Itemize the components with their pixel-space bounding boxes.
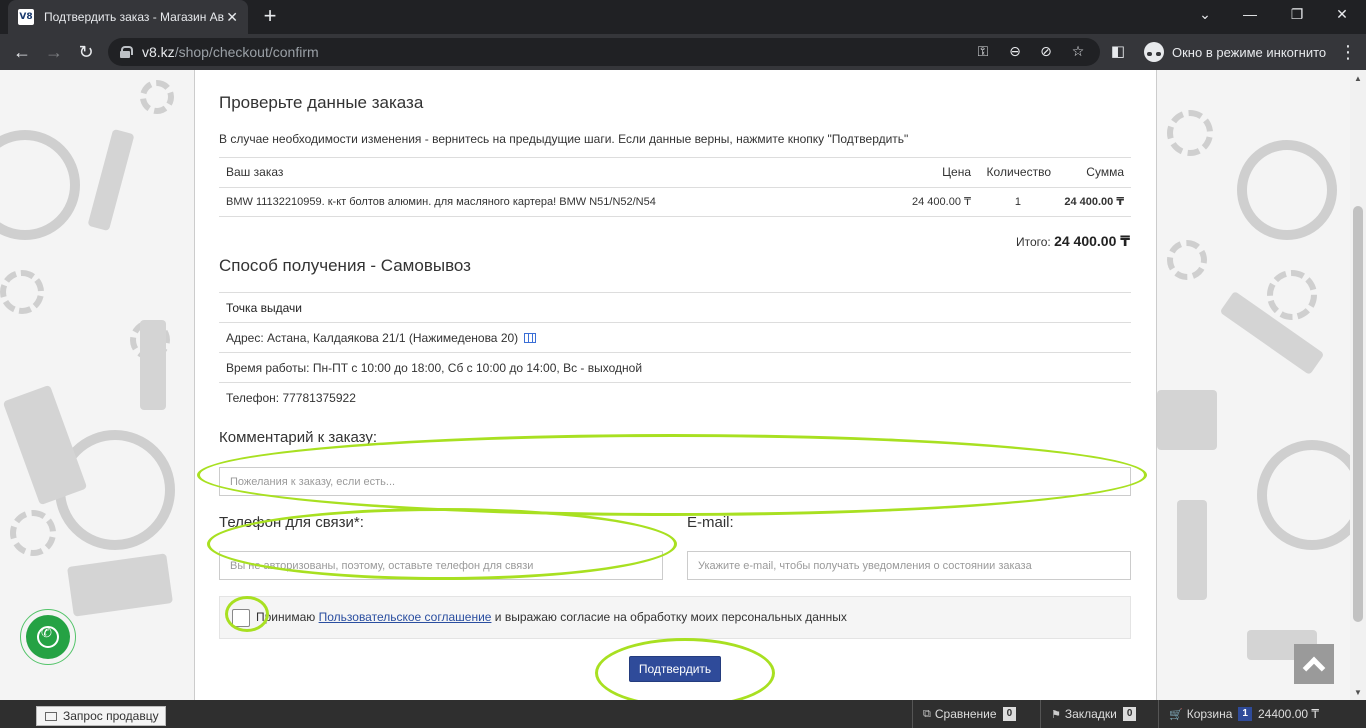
scroll-up-arrow-icon[interactable]: ▲ xyxy=(1353,74,1363,83)
pickup-address-row: Адрес: Астана, Калдаякова 21/1 (Нажимеде… xyxy=(219,322,1131,352)
page-title: Проверьте данные заказа xyxy=(219,93,424,112)
comment-input[interactable] xyxy=(219,467,1131,496)
cart-label: Корзина xyxy=(1186,707,1233,721)
compare-icon: ⧉ xyxy=(923,707,931,720)
bookmark-icon: ⚑ xyxy=(1051,707,1061,721)
phone-input[interactable] xyxy=(219,551,663,580)
col-qty-header: Количество xyxy=(986,165,1051,179)
zoom-out-icon[interactable]: ⊖ xyxy=(1006,43,1024,60)
restore-window-button[interactable]: ❐ xyxy=(1287,6,1307,23)
browser-menu-icon[interactable]: ⋮ xyxy=(1336,40,1360,64)
browser-toolbar: ← → ↻ v8.kz/shop/checkout/confirm ⚿ ⊖ ⊘ … xyxy=(0,34,1366,70)
eye-slash-icon[interactable]: ⊘ xyxy=(1037,43,1055,60)
pickup-hours: Время работы: Пн-ПТ с 10:00 до 18:00, Сб… xyxy=(219,352,1131,382)
seller-request-label: Запрос продавцу xyxy=(63,709,159,723)
checkout-confirm-panel: Проверьте данные заказа В случае необход… xyxy=(194,70,1157,708)
pickup-point-table: Точка выдачи Адрес: Астана, Калдаякова 2… xyxy=(219,292,1131,412)
url-path: /shop/checkout/confirm xyxy=(174,44,319,60)
address-bar[interactable]: v8.kz/shop/checkout/confirm ⚿ ⊖ ⊘ ☆ xyxy=(108,38,1100,66)
new-tab-button[interactable]: + xyxy=(258,4,282,28)
order-table-header: Ваш заказ Цена Количество Сумма xyxy=(219,157,1131,187)
comment-label: Комментарий к заказу: xyxy=(219,429,378,446)
pickup-phone: Телефон: 77781375922 xyxy=(219,382,1131,412)
cart-button[interactable]: 🛒 Корзина 1 24400.00 ₸ xyxy=(1158,700,1329,728)
agreement-prefix: Принимаю xyxy=(256,610,316,624)
email-input[interactable] xyxy=(687,551,1131,580)
compare-count-badge: 0 xyxy=(1002,707,1017,721)
agreement-text: Принимаю Пользовательское соглашение и в… xyxy=(256,610,847,624)
delivery-method-title: Способ получения - Самовывоз xyxy=(219,256,471,275)
col-price-header: Цена xyxy=(942,165,971,179)
check-note: В случае необходимости изменения - верни… xyxy=(219,132,909,146)
back-arrow-icon[interactable]: ← xyxy=(10,40,34,64)
incognito-icon xyxy=(1144,42,1164,62)
tab-title: Подтвердить заказ - Магазин Ав xyxy=(44,10,224,24)
incognito-label: Окно в режиме инкогнито xyxy=(1172,44,1327,60)
browser-tab-bar: V8 Подтвердить заказ - Магазин Ав ✕ + ⌄ … xyxy=(0,0,1366,34)
close-window-button[interactable]: ✕ xyxy=(1332,6,1352,23)
seller-request-button[interactable]: Запрос продавцу xyxy=(36,706,166,726)
tab-search-chevron-down-icon[interactable]: ⌄ xyxy=(1195,6,1215,23)
envelope-icon xyxy=(45,711,57,721)
confirm-button[interactable]: Подтвердить xyxy=(629,656,721,682)
bookmarks-label: Закладки xyxy=(1064,707,1117,721)
cart-icon: 🛒 xyxy=(1169,707,1183,721)
pickup-address: Адрес: Астана, Калдаякова 21/1 (Нажимеде… xyxy=(226,331,519,345)
email-label: E-mail: xyxy=(687,514,734,531)
agreement-suffix: и выражаю согласие на обработку моих пер… xyxy=(494,610,847,624)
lock-icon[interactable] xyxy=(120,46,133,58)
page-scrollbar[interactable]: ▲ ▼ xyxy=(1350,70,1366,700)
scroll-to-top-button[interactable] xyxy=(1294,644,1334,684)
order-total: Итого: 24 400.00 ₸ xyxy=(1016,233,1130,250)
star-bookmark-icon[interactable]: ☆ xyxy=(1069,43,1087,60)
incognito-indicator[interactable]: Окно в режиме инкогнито xyxy=(1136,39,1334,65)
total-label: Итого: xyxy=(1015,235,1051,249)
cart-sum: 24400.00 ₸ xyxy=(1257,707,1320,721)
compare-label: Сравнение xyxy=(934,707,997,721)
key-icon[interactable]: ⚿ xyxy=(974,43,992,60)
agreement-checkbox[interactable] xyxy=(232,609,250,627)
agreement-box: Принимаю Пользовательское соглашение и в… xyxy=(219,596,1131,639)
minimize-window-button[interactable]: — xyxy=(1240,6,1260,22)
close-tab-icon[interactable]: ✕ xyxy=(226,9,238,26)
order-item-name: BMW 11132210959. к-кт болтов алюмин. для… xyxy=(226,196,656,208)
col-sum-header: Сумма xyxy=(1086,165,1124,179)
bookmarks-count-badge: 0 xyxy=(1122,707,1137,721)
scrollbar-thumb[interactable] xyxy=(1353,206,1363,622)
user-agreement-link[interactable]: Пользовательское соглашение xyxy=(319,610,492,624)
table-row: BMW 11132210959. к-кт болтов алюмин. для… xyxy=(219,187,1131,217)
forward-arrow-icon[interactable]: → xyxy=(42,40,66,64)
col-item-header: Ваш заказ xyxy=(226,165,284,179)
compare-button[interactable]: ⧉ Сравнение 0 xyxy=(912,700,1026,728)
browser-tab[interactable]: V8 Подтвердить заказ - Магазин Ав ✕ xyxy=(8,0,248,34)
order-item-qty: 1 xyxy=(1014,196,1021,208)
pickup-point-heading: Точка выдачи xyxy=(219,292,1131,322)
map-icon[interactable] xyxy=(523,333,536,343)
cart-count-badge: 1 xyxy=(1238,707,1252,721)
phone-label: Телефон для связи*: xyxy=(219,514,364,531)
order-item-sum: 24 400.00 ₸ xyxy=(1064,196,1124,208)
reload-icon[interactable]: ↻ xyxy=(74,40,98,64)
site-favicon-icon: V8 xyxy=(18,9,34,25)
side-panel-icon[interactable]: ◧ xyxy=(1106,40,1130,64)
bookmarks-button[interactable]: ⚑ Закладки 0 xyxy=(1040,700,1146,728)
url-host: v8.kz xyxy=(142,44,175,60)
order-table: Ваш заказ Цена Количество Сумма BMW 1113… xyxy=(219,157,1131,217)
order-item-price: 24 400.00 ₸ xyxy=(912,196,971,208)
chevron-up-icon xyxy=(1302,656,1326,680)
right-decorative-background xyxy=(1157,70,1350,728)
whatsapp-button[interactable] xyxy=(26,615,70,659)
scroll-down-arrow-icon[interactable]: ▼ xyxy=(1353,688,1363,697)
whatsapp-icon xyxy=(37,626,59,648)
total-value: 24 400.00 ₸ xyxy=(1054,233,1130,249)
